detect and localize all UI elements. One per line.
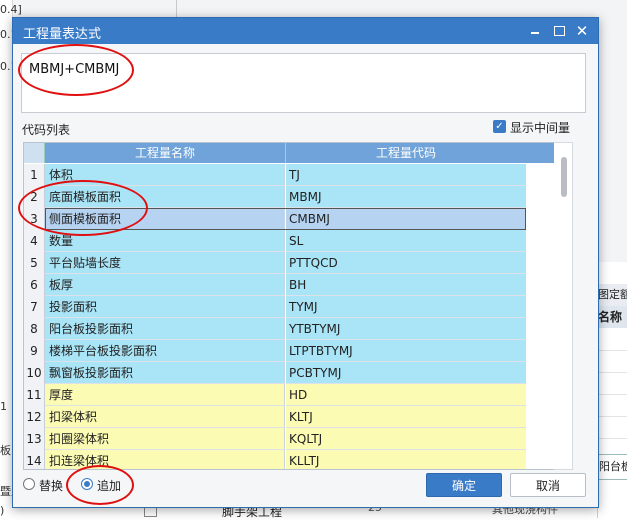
quantity-name-cell[interactable]: 厚度 [45, 384, 285, 406]
background-divider [176, 0, 177, 18]
quantity-code-cell[interactable]: BH [286, 274, 526, 296]
expression-text: MBMJ+CMBMJ [29, 62, 120, 77]
code-list-label: 代码列表 [22, 123, 71, 137]
quantity-name-cell[interactable]: 侧面模板面积 [45, 208, 285, 230]
scrollbar-thumb[interactable] [561, 157, 567, 197]
table-row[interactable]: 3 侧面模板面积 CMBMJ [24, 208, 526, 231]
code-table: 工程量名称 工程量代码 1 体积 TJ 2 底面模板面积 MBMJ 3 侧面模板面积 CMBMJ… [23, 142, 555, 470]
quantity-code-cell[interactable]: CMBMJ [286, 208, 526, 230]
quantity-name-cell[interactable]: 扣连梁体积 [45, 450, 285, 469]
bg-right-selected[interactable]: 阳台板 [598, 454, 627, 480]
bg-left-text: 1 [0, 400, 7, 413]
header-quantity-code: 工程量代码 [375, 146, 436, 160]
checkmark-icon: ✓ [493, 120, 506, 133]
quantity-name-cell[interactable]: 板厚 [45, 274, 285, 296]
quantity-code-cell[interactable]: MBMJ [286, 186, 526, 208]
radio-checked-icon [81, 478, 93, 490]
row-number: 7 [24, 296, 45, 319]
bg-left-text: 板 [0, 444, 11, 457]
close-button[interactable]: ✕ [572, 21, 592, 41]
table-row[interactable]: 11 厚度 HD [24, 384, 526, 407]
bg-right-row [598, 394, 627, 417]
quantity-name-cell[interactable]: 底面模板面积 [45, 186, 285, 208]
bg-right-row [598, 350, 627, 373]
expression-input[interactable]: MBMJ+CMBMJ [21, 53, 586, 113]
table-row[interactable]: 2 底面模板面积 MBMJ [24, 186, 526, 209]
quantity-code-cell[interactable]: PTTQCD [286, 252, 526, 274]
quantity-code-cell[interactable]: SL [286, 230, 526, 252]
row-number: 4 [24, 230, 45, 253]
quantity-name-cell[interactable]: 平台贴墙长度 [45, 252, 285, 274]
quantity-expression-dialog: 工程量表达式 ✕ MBMJ+CMBMJ 代码列表 ✓ 显示中间量 工程量名称 工… [12, 17, 599, 508]
table-row[interactable]: 5 平台贴墙长度 PTTQCD [24, 252, 526, 275]
quantity-name-cell[interactable]: 体积 [45, 164, 285, 186]
dialog-footer: 替换 追加 确定 取消 [13, 473, 598, 507]
quantity-code-cell[interactable]: KQLTJ [286, 428, 526, 450]
table-row[interactable]: 10 飘窗板投影面积 PCBTYMJ [24, 362, 526, 385]
cancel-button[interactable]: 取消 [510, 473, 586, 497]
quantity-code-cell[interactable]: YTBTYMJ [286, 318, 526, 340]
table-row[interactable]: 13 扣圈梁体积 KQLTJ [24, 428, 526, 451]
quantity-name-cell[interactable]: 扣圈梁体积 [45, 428, 285, 450]
quantity-code-cell[interactable]: TJ [286, 164, 526, 186]
table-row[interactable]: 14 扣连梁体积 KLLTJ [24, 450, 526, 469]
header-corner [24, 143, 45, 163]
bg-right-column: 名称 [598, 306, 627, 328]
row-number: 10 [24, 362, 45, 385]
row-number: 11 [24, 384, 45, 407]
table-row[interactable]: 12 扣梁体积 KLTJ [24, 406, 526, 429]
dialog-titlebar[interactable]: 工程量表达式 ✕ [13, 18, 598, 44]
quantity-name-cell[interactable]: 阳台板投影面积 [45, 318, 285, 340]
maximize-button[interactable] [549, 21, 569, 41]
ok-button[interactable]: 确定 [426, 473, 502, 497]
table-row[interactable]: 6 板厚 BH [24, 274, 526, 297]
maximize-icon [554, 26, 565, 36]
row-number: 12 [24, 406, 45, 429]
table-row[interactable]: 4 数量 SL [24, 230, 526, 253]
table-row[interactable]: 1 体积 TJ [24, 164, 526, 187]
background-right-panel: 图定额库 名称 阳台板 [597, 262, 627, 518]
row-number: 9 [24, 340, 45, 363]
dialog-title: 工程量表达式 [23, 27, 102, 42]
quantity-name-cell[interactable]: 数量 [45, 230, 285, 252]
row-number: 13 [24, 428, 45, 451]
row-number: 6 [24, 274, 45, 297]
table-header: 工程量名称 工程量代码 [24, 143, 554, 163]
quantity-code-cell[interactable]: HD [286, 384, 526, 406]
minimize-icon [531, 32, 539, 34]
bg-left-text: ) [0, 504, 5, 517]
minimize-button[interactable] [525, 21, 545, 41]
quantity-code-cell[interactable]: LTPTBTYMJ [286, 340, 526, 362]
close-icon: ✕ [575, 22, 589, 40]
table-scrollbar[interactable] [554, 142, 573, 470]
bg-left-text: 0.4] [0, 3, 22, 16]
quantity-code-cell[interactable]: KLLTJ [286, 450, 526, 469]
quantity-code-cell[interactable]: PCBTYMJ [286, 362, 526, 384]
row-number: 8 [24, 318, 45, 341]
bg-right-header: 图定额库 [598, 284, 627, 306]
quantity-code-cell[interactable]: TYMJ [286, 296, 526, 318]
row-number: 1 [24, 164, 45, 187]
quantity-code-cell[interactable]: KLTJ [286, 406, 526, 428]
header-quantity-name: 工程量名称 [45, 143, 286, 163]
row-number: 14 [24, 450, 45, 469]
radio-unchecked-icon [23, 478, 35, 490]
quantity-name-cell[interactable]: 扣梁体积 [45, 406, 285, 428]
bg-right-row [598, 416, 627, 439]
bg-right-row [598, 328, 627, 351]
quantity-name-cell[interactable]: 投影面积 [45, 296, 285, 318]
row-number: 5 [24, 252, 45, 275]
quantity-name-cell[interactable]: 楼梯平台板投影面积 [45, 340, 285, 362]
table-row[interactable]: 9 楼梯平台板投影面积 LTPTBTYMJ [24, 340, 526, 363]
replace-label: 替换 [39, 479, 64, 493]
table-row[interactable]: 8 阳台板投影面积 YTBTYMJ [24, 318, 526, 341]
append-label: 追加 [97, 479, 122, 493]
row-number: 2 [24, 186, 45, 209]
table-row[interactable]: 7 投影面积 TYMJ [24, 296, 526, 319]
quantity-name-cell[interactable]: 飘窗板投影面积 [45, 362, 285, 384]
bg-right-row [598, 372, 627, 395]
show-intermediate-label: 显示中间量 [510, 121, 571, 135]
row-number: 3 [24, 208, 45, 231]
